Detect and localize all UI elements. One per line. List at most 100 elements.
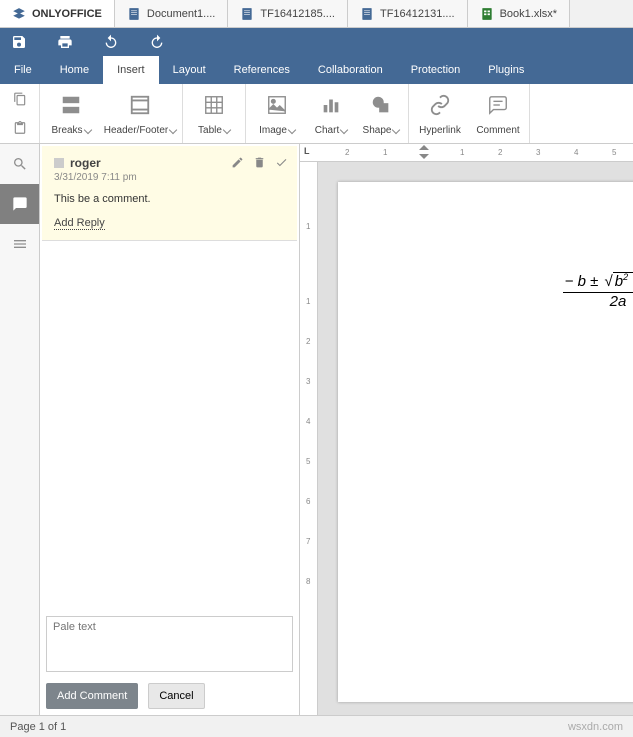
shape-button[interactable]: Shape (356, 88, 406, 139)
chevron-down-icon (169, 125, 177, 133)
chart-button[interactable]: Chart (306, 88, 356, 139)
table-button[interactable]: Table (185, 88, 243, 139)
ruler-tick: 5 (306, 457, 310, 466)
menu-layout[interactable]: Layout (159, 56, 220, 84)
comments-panel: roger 3/31/2019 7:11 pm This be a commen… (40, 144, 300, 715)
menu-bar: File Home Insert Layout References Colla… (0, 56, 633, 84)
status-bar: Page 1 of 1 wsxdn.com (0, 715, 633, 737)
comment-card[interactable]: roger 3/31/2019 7:11 pm This be a commen… (42, 146, 297, 241)
chevron-down-icon (288, 125, 296, 133)
breaks-icon (60, 91, 82, 119)
hyperlink-icon (429, 91, 451, 119)
menu-references[interactable]: References (220, 56, 304, 84)
table-icon (203, 91, 225, 119)
search-panel-button[interactable] (0, 144, 39, 184)
ruler-tick: 1 (306, 222, 310, 231)
document-icon (360, 7, 374, 21)
document-area[interactable]: L 2 1 1 2 3 4 5 1 1 2 3 4 5 6 7 8 − b ± … (300, 144, 633, 715)
hyperlink-label: Hyperlink (419, 125, 461, 136)
tab-document1[interactable]: Document1.... (115, 0, 228, 27)
chevron-down-icon (223, 125, 231, 133)
image-icon (266, 91, 288, 119)
header-footer-icon (129, 91, 151, 119)
comment-text: This be a comment. (54, 193, 285, 205)
paste-button[interactable] (0, 114, 39, 144)
ruler-tick: 3 (536, 148, 540, 157)
shape-icon (370, 91, 392, 119)
copy-button[interactable] (0, 84, 39, 114)
chart-icon (320, 91, 342, 119)
ribbon: Breaks Header/Footer Table Image Chart S… (0, 84, 633, 144)
ruler-tick: 8 (306, 577, 310, 586)
document-icon (240, 7, 254, 21)
left-sidebar (0, 144, 40, 715)
comment-actions (229, 154, 289, 170)
undo-button[interactable] (100, 31, 122, 53)
ruler-tick: 4 (306, 417, 310, 426)
ruler-tick: 2 (306, 337, 310, 346)
tab-book1[interactable]: Book1.xlsx* (468, 0, 570, 27)
onlyoffice-logo-icon (12, 7, 26, 21)
spreadsheet-icon (480, 7, 494, 21)
equation[interactable]: − b ± b2 − 4ac 2a (418, 272, 633, 310)
comment-input-area: Add Comment Cancel (40, 610, 299, 715)
ruler-tick: 3 (306, 377, 310, 386)
edit-comment-button[interactable] (229, 154, 245, 170)
breaks-button[interactable]: Breaks (42, 88, 100, 139)
ruler-tick: 2 (345, 148, 349, 157)
horizontal-ruler[interactable]: L 2 1 1 2 3 4 5 (300, 144, 633, 162)
tab-tf16412131[interactable]: TF16412131.... (348, 0, 468, 27)
tab-stop-icon: L (304, 146, 310, 156)
tab-tf16412185[interactable]: TF16412185.... (228, 0, 348, 27)
ruler-tick: 6 (306, 497, 310, 506)
menu-protection[interactable]: Protection (397, 56, 475, 84)
image-button[interactable]: Image (248, 88, 306, 139)
hyperlink-button[interactable]: Hyperlink (411, 88, 469, 139)
menu-plugins[interactable]: Plugins (474, 56, 538, 84)
page-indicator[interactable]: Page 1 of 1 (10, 721, 66, 733)
comment-label: Comment (476, 125, 519, 136)
ruler-tick: 1 (306, 297, 310, 306)
ruler-tick: 1 (383, 148, 387, 157)
save-button[interactable] (8, 31, 30, 53)
shape-label: Shape (363, 125, 392, 136)
resolve-comment-button[interactable] (273, 154, 289, 170)
document-page[interactable]: − b ± b2 − 4ac 2a (338, 182, 633, 702)
menu-insert[interactable]: Insert (103, 56, 159, 84)
tab-label: Document1.... (147, 8, 215, 20)
quick-access-bar (0, 28, 633, 56)
hanging-indent-marker-icon[interactable] (419, 154, 429, 159)
header-footer-label: Header/Footer (104, 125, 168, 136)
indent-marker-icon[interactable] (419, 145, 429, 150)
delete-comment-button[interactable] (251, 154, 267, 170)
ruler-tick: 4 (574, 148, 578, 157)
brand-tab[interactable]: ONLYOFFICE (0, 0, 115, 27)
print-button[interactable] (54, 31, 76, 53)
menu-collaboration[interactable]: Collaboration (304, 56, 397, 84)
vertical-ruler[interactable]: 1 1 2 3 4 5 6 7 8 (300, 162, 318, 715)
header-footer-button[interactable]: Header/Footer (100, 88, 180, 139)
menu-home[interactable]: Home (46, 56, 103, 84)
comments-panel-button[interactable] (0, 184, 39, 224)
add-reply-link[interactable]: Add Reply (54, 217, 105, 230)
tab-label: Book1.xlsx* (500, 8, 557, 20)
document-tabs: ONLYOFFICE Document1.... TF16412185.... … (0, 0, 633, 28)
redo-button[interactable] (146, 31, 168, 53)
chevron-down-icon (83, 125, 91, 133)
tab-label: TF16412131.... (380, 8, 455, 20)
ruler-tick: 1 (460, 148, 464, 157)
brand-label: ONLYOFFICE (32, 8, 102, 20)
menu-file[interactable]: File (0, 56, 46, 84)
comment-button[interactable]: Comment (469, 88, 527, 139)
comment-textarea[interactable] (46, 616, 293, 672)
table-label: Table (198, 125, 222, 136)
comments-scroll-area (40, 243, 299, 610)
comment-icon (487, 91, 509, 119)
ruler-tick: 2 (498, 148, 502, 157)
author-avatar (54, 158, 64, 168)
main-area: roger 3/31/2019 7:11 pm This be a commen… (0, 144, 633, 715)
navigation-panel-button[interactable] (0, 224, 39, 264)
chevron-down-icon (392, 125, 400, 133)
tab-label: TF16412185.... (260, 8, 335, 20)
image-label: Image (259, 125, 287, 136)
